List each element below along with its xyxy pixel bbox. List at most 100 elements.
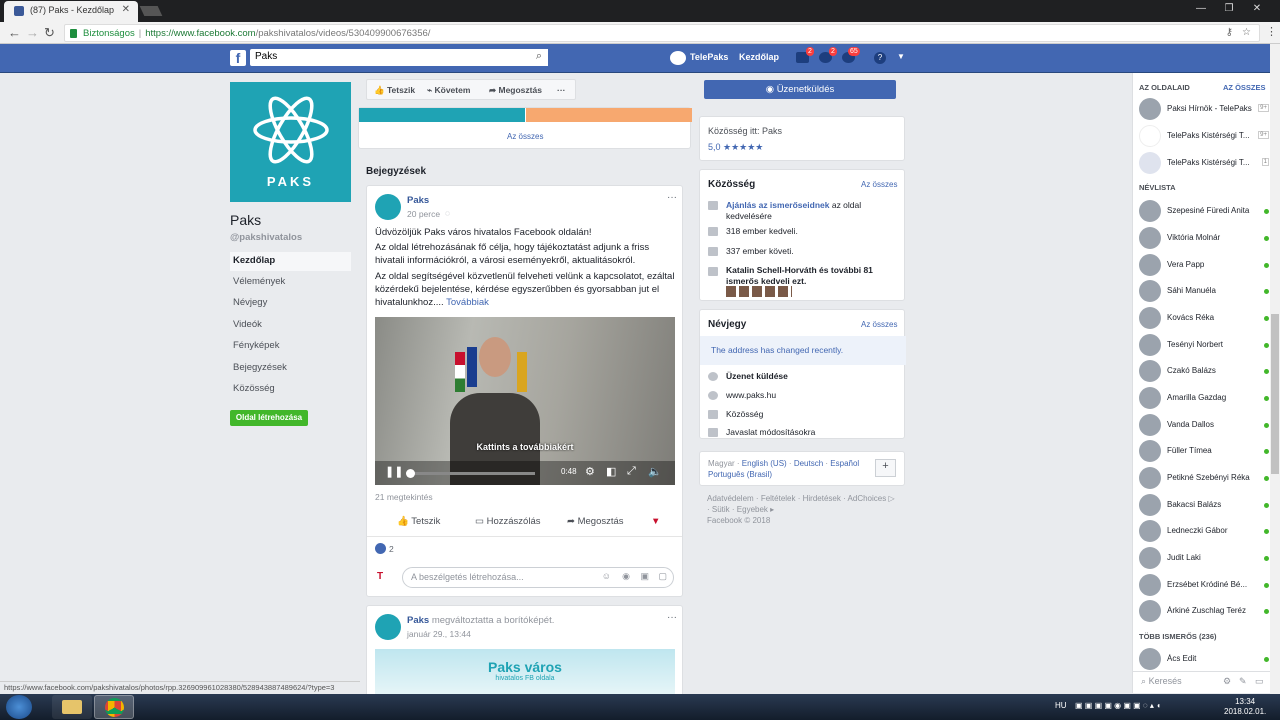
forward-icon[interactable]: → bbox=[26, 25, 39, 40]
send-message-button[interactable]: ◉ Üzenetküldés bbox=[704, 80, 896, 99]
see-more-link[interactable]: Továbbiak bbox=[446, 297, 489, 308]
bookmark-star-icon[interactable]: ☆ bbox=[1242, 27, 1251, 38]
sticker-icon[interactable]: ▢ bbox=[658, 571, 667, 582]
browser-menu-icon[interactable]: ⋮ bbox=[1266, 25, 1277, 38]
footer-adchoices[interactable]: AdChoices bbox=[848, 494, 887, 503]
volume-icon[interactable]: 🔈 bbox=[648, 465, 662, 478]
reload-icon[interactable]: ↻ bbox=[44, 25, 55, 41]
video-progress-bar[interactable] bbox=[406, 469, 535, 478]
suggest-edits-link[interactable]: Javaslat módosításokra bbox=[726, 427, 815, 438]
close-tab-icon[interactable]: ✕ bbox=[122, 4, 130, 15]
telepaks-avatar[interactable] bbox=[670, 51, 686, 65]
url-input[interactable]: Biztonságos | https://www.facebook.com/pak… bbox=[64, 24, 1260, 42]
contact-row[interactable]: Ledneczki Gábor bbox=[1139, 520, 1269, 544]
like-page-button[interactable]: 👍 Tetszik bbox=[374, 85, 415, 96]
follow-page-button[interactable]: ⌁ Követem bbox=[427, 85, 470, 96]
language-portuguese[interactable]: Português (Brasil) bbox=[708, 470, 772, 479]
taskbar-clock[interactable]: 13:34 2018.02.01. bbox=[1224, 697, 1266, 717]
chat-settings-icon[interactable]: ⚙ bbox=[1223, 676, 1231, 687]
help-icon[interactable]: ? bbox=[874, 52, 886, 64]
pause-icon[interactable]: ❚❚ bbox=[385, 465, 403, 478]
page-row[interactable]: TelePaks Kistérségi T... 9+ bbox=[1139, 125, 1269, 149]
create-page-button[interactable]: Oldal létrehozása bbox=[230, 410, 308, 426]
contact-row[interactable]: Árkiné Zuschlag Teréz bbox=[1139, 600, 1269, 624]
contact-row[interactable]: Amarilla Gazdag bbox=[1139, 387, 1269, 411]
emoji-icon[interactable]: ☺ bbox=[602, 571, 611, 581]
key-icon[interactable]: ⚷ bbox=[1226, 27, 1233, 38]
post-like-button[interactable]: 👍 Tetszik bbox=[397, 516, 440, 527]
page-link[interactable]: TelePaks bbox=[690, 52, 728, 62]
nav-item-posts[interactable]: Bejegyzések bbox=[230, 359, 351, 378]
back-icon[interactable]: ← bbox=[8, 25, 21, 40]
hide-sidebar-icon[interactable]: ▭ bbox=[1255, 676, 1264, 687]
footer-privacy[interactable]: Adatvédelem bbox=[707, 494, 754, 503]
post-author[interactable]: Paks bbox=[407, 615, 429, 626]
post-options-icon[interactable]: ··· bbox=[667, 612, 677, 623]
post-time[interactable]: 20 perce bbox=[407, 209, 440, 219]
cover-photo-image[interactable]: Paks város hivatalos FB oldala bbox=[375, 649, 675, 697]
page-handle[interactable]: @pakshivatalos bbox=[230, 232, 302, 243]
your-pages-see-all[interactable]: AZ ÖSSZES bbox=[1223, 83, 1266, 92]
file-explorer-taskbar-icon[interactable] bbox=[52, 695, 92, 719]
browser-tab[interactable]: (87) Paks - Kezdőlap ✕ bbox=[4, 1, 138, 22]
camera-icon[interactable]: ◉ bbox=[622, 571, 630, 582]
language-german[interactable]: Deutsch bbox=[794, 459, 823, 468]
category-link[interactable]: Közösség bbox=[726, 409, 763, 420]
community-here-label[interactable]: Közösség itt: Paks bbox=[708, 126, 782, 137]
contact-row[interactable]: Viktória Molnár bbox=[1139, 227, 1269, 251]
contact-row[interactable]: Tesényi Norbert bbox=[1139, 334, 1269, 358]
gif-icon[interactable]: ▣ bbox=[640, 571, 649, 582]
contact-row[interactable]: Judit Laki bbox=[1139, 547, 1269, 571]
language-spanish[interactable]: Español bbox=[830, 459, 859, 468]
post-author[interactable]: Paks bbox=[407, 195, 429, 206]
video-caption[interactable]: Kattints a továbbiakért bbox=[375, 442, 675, 452]
post-share-button[interactable]: ➦ Megosztás bbox=[567, 516, 624, 527]
friends-like-text[interactable]: Katalin Schell-Horváth és további 81 ism… bbox=[726, 265, 896, 287]
rating-value[interactable]: 5,0 ★★★★★ bbox=[708, 142, 763, 153]
add-language-button[interactable]: + bbox=[875, 459, 896, 477]
post-author-avatar[interactable] bbox=[375, 614, 401, 640]
chevron-down-icon[interactable]: ▼ bbox=[897, 52, 905, 61]
settings-icon[interactable]: ⚙ bbox=[585, 465, 595, 478]
nav-item-photos[interactable]: Fényképek bbox=[230, 337, 351, 356]
contact-row[interactable]: Czakó Balázs bbox=[1139, 360, 1269, 384]
contact-row[interactable]: Erzsébet Kródiné Bé... bbox=[1139, 574, 1269, 598]
nav-item-videos[interactable]: Videók bbox=[230, 316, 351, 335]
more-options-button[interactable]: ··· bbox=[557, 85, 566, 95]
minimize-icon[interactable]: — bbox=[1194, 3, 1208, 15]
footer-cookies[interactable]: Sütik bbox=[712, 505, 730, 514]
language-english[interactable]: English (US) bbox=[742, 459, 787, 468]
website-link[interactable]: www.paks.hu bbox=[726, 390, 776, 401]
post-time[interactable]: január 29., 13:44 bbox=[407, 629, 471, 639]
new-tab-button[interactable] bbox=[139, 6, 163, 16]
comment-input[interactable]: A beszélgetés létrehozása... ☺ ◉ ▣ ▢ bbox=[402, 567, 674, 588]
contact-row[interactable]: Bakacsi Balázs bbox=[1139, 494, 1269, 518]
page-name[interactable]: Paks bbox=[230, 212, 261, 228]
new-group-icon[interactable]: ✎ bbox=[1239, 676, 1247, 687]
reaction-count[interactable]: 2 bbox=[389, 544, 394, 554]
close-window-icon[interactable]: ✕ bbox=[1250, 3, 1264, 15]
post-author-avatar[interactable] bbox=[375, 194, 401, 220]
share-page-button[interactable]: ➦ Megosztás bbox=[489, 85, 542, 96]
send-message-link[interactable]: Üzenet küldése bbox=[726, 371, 788, 382]
post-as-selector[interactable]: ▼ bbox=[651, 516, 660, 527]
picture-in-picture-icon[interactable]: ◧ bbox=[606, 465, 616, 478]
footer-terms[interactable]: Feltételek bbox=[761, 494, 796, 503]
contact-row[interactable]: Petikné Szebényi Réka bbox=[1139, 467, 1269, 491]
chrome-taskbar-icon[interactable] bbox=[94, 695, 134, 719]
page-scrollbar[interactable] bbox=[1270, 44, 1280, 694]
input-language[interactable]: HU bbox=[1055, 701, 1067, 710]
scrollbar-thumb[interactable] bbox=[1271, 314, 1279, 474]
see-all-link[interactable]: Az összes bbox=[507, 132, 543, 141]
contact-row[interactable]: Vanda Dallos bbox=[1139, 414, 1269, 438]
fullscreen-icon[interactable]: ⤢ bbox=[627, 465, 636, 478]
contact-row[interactable]: Vera Papp bbox=[1139, 254, 1269, 278]
page-row[interactable]: TelePaks Kistérségi T... 1 bbox=[1139, 152, 1269, 176]
video-player[interactable]: Kattints a továbbiakért ❚❚ 0:48 ⚙ ◧ ⤢ 🔈 bbox=[375, 317, 675, 485]
post-options-icon[interactable]: ··· bbox=[667, 192, 677, 203]
post-comment-button[interactable]: ▭ Hozzászólás bbox=[475, 516, 540, 527]
maximize-icon[interactable]: ❐ bbox=[1222, 3, 1236, 15]
footer-more[interactable]: Egyebek bbox=[737, 505, 768, 514]
view-count[interactable]: 21 megtekintés bbox=[375, 492, 433, 502]
nav-item-reviews[interactable]: Vélemények bbox=[230, 273, 351, 292]
